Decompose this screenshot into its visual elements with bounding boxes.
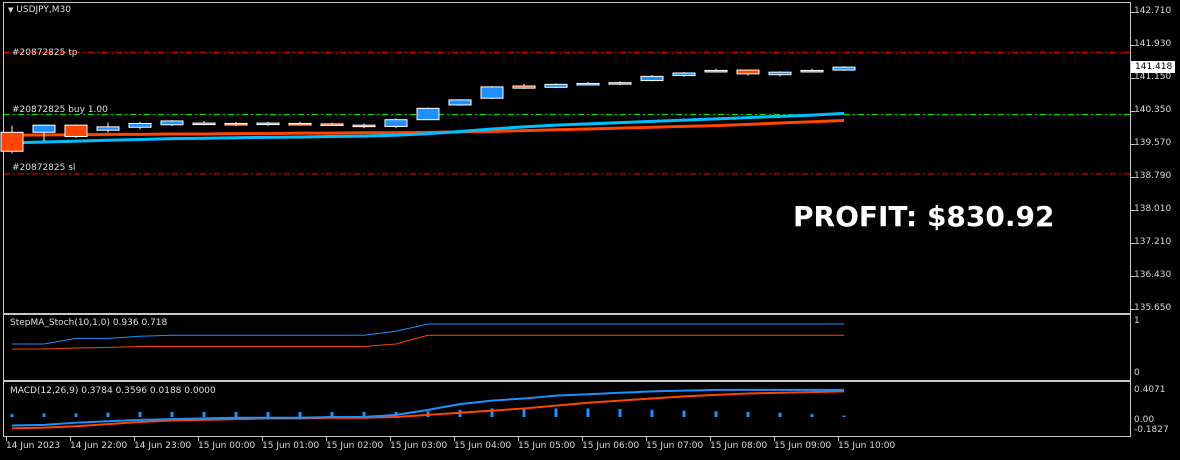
time-tick-label: 15 Jun 04:00 bbox=[454, 441, 512, 451]
macd-axis-max: 0.4071 bbox=[1134, 385, 1166, 395]
bull-candle bbox=[544, 83, 568, 88]
bull-candle bbox=[32, 124, 56, 133]
time-tick-mark bbox=[582, 437, 583, 441]
profit-text: PROFIT: $830.92 bbox=[793, 200, 1055, 233]
price-tick-label: 139.570 bbox=[1134, 138, 1172, 149]
bull-candle bbox=[768, 71, 792, 76]
bull-candle bbox=[416, 107, 440, 121]
bull-candle bbox=[704, 69, 728, 73]
bull-candle bbox=[384, 119, 408, 127]
time-tick-label: 15 Jun 06:00 bbox=[582, 441, 640, 451]
time-tick-mark bbox=[518, 437, 519, 441]
bull-candle bbox=[832, 66, 856, 71]
price-tick-label: 138.010 bbox=[1134, 203, 1172, 214]
time-tick-mark bbox=[646, 437, 647, 441]
bear-candle bbox=[192, 122, 216, 126]
price-tick-mark bbox=[1131, 276, 1135, 278]
bear-candle bbox=[288, 122, 312, 126]
stoch-axis-min: 0 bbox=[1134, 368, 1140, 378]
price-tick-mark bbox=[1131, 309, 1135, 310]
price-tick-label: 135.650 bbox=[1134, 303, 1172, 313]
price-tick-label: 138.790 bbox=[1134, 170, 1172, 181]
time-tick-label: 14 Jun 23:00 bbox=[134, 441, 192, 451]
stoch-axis-max: 1 bbox=[1134, 316, 1140, 326]
time-tick-mark bbox=[198, 437, 199, 441]
time-tick-label: 14 Jun 22:00 bbox=[70, 441, 128, 451]
time-tick-label: 15 Jun 00:00 bbox=[198, 441, 256, 451]
bull-candle bbox=[256, 122, 280, 126]
dropdown-triangle-icon[interactable]: ▼ bbox=[8, 6, 13, 14]
price-tick-label: 142.710 bbox=[1134, 6, 1172, 16]
bull-candle bbox=[160, 120, 184, 126]
time-tick-label: 15 Jun 07:00 bbox=[646, 441, 704, 451]
bull-candle bbox=[448, 99, 472, 106]
time-tick-label: 15 Jun 02:00 bbox=[326, 441, 384, 451]
bull-candle bbox=[480, 86, 504, 99]
stoch-label: StepMA_Stoch(10,1,0) 0.936 0.718 bbox=[10, 318, 168, 328]
bull-candle bbox=[640, 75, 664, 82]
bear-candle bbox=[0, 131, 24, 152]
macd-label: MACD(12,26,9) 0.3784 0.3596 0.0188 0.000… bbox=[10, 386, 216, 396]
price-tick-mark bbox=[1131, 176, 1135, 178]
bear-candle bbox=[224, 122, 248, 126]
price-tick-mark bbox=[1131, 243, 1135, 245]
bear-candle bbox=[352, 124, 376, 128]
bull-candle bbox=[672, 72, 696, 77]
price-tick-label: 141.930 bbox=[1134, 38, 1172, 49]
time-tick-mark bbox=[390, 437, 391, 441]
time-tick-label: 15 Jun 09:00 bbox=[774, 441, 832, 451]
bull-candle bbox=[800, 69, 824, 73]
bull-candle bbox=[576, 83, 600, 86]
bear-candle bbox=[64, 124, 88, 138]
buy-label: #20872825 buy 1.00 bbox=[12, 105, 108, 115]
time-tick-mark bbox=[262, 437, 263, 441]
macd-axis-zero: 0.00 bbox=[1134, 415, 1155, 425]
macd-axis-min: -0.1827 bbox=[1134, 425, 1169, 435]
tp-label: #20872825 tp bbox=[12, 48, 78, 58]
price-tick-mark bbox=[1131, 12, 1135, 13]
price-tick-label: 140.350 bbox=[1134, 105, 1172, 116]
price-tick-mark bbox=[1131, 77, 1135, 79]
bear-candle bbox=[512, 85, 536, 89]
price-tick-mark bbox=[1131, 144, 1135, 146]
price-tick-mark bbox=[1131, 209, 1135, 211]
time-tick-mark bbox=[774, 437, 775, 441]
price-tick-label: 136.430 bbox=[1134, 270, 1172, 281]
symbol-label[interactable]: ▼ USDJPY,M30 bbox=[8, 5, 71, 15]
time-tick-mark bbox=[454, 437, 455, 441]
time-tick-label: 15 Jun 05:00 bbox=[518, 441, 576, 451]
stoch-signal-line bbox=[12, 334, 844, 350]
time-tick-label: 15 Jun 03:00 bbox=[390, 441, 448, 451]
bear-candle bbox=[320, 123, 344, 126]
sl-label: #20872825 sl bbox=[12, 163, 76, 173]
time-tick-mark bbox=[710, 437, 711, 441]
time-tick-mark bbox=[70, 437, 71, 441]
time-tick-label: 15 Jun 08:00 bbox=[710, 441, 768, 451]
time-tick-mark bbox=[838, 437, 839, 441]
time-tick-label: 15 Jun 01:00 bbox=[262, 441, 320, 451]
symbol-text: USDJPY,M30 bbox=[16, 5, 71, 15]
time-tick-label: 15 Jun 10:00 bbox=[838, 441, 896, 451]
price-tick-mark bbox=[1131, 44, 1135, 46]
bull-candle bbox=[128, 122, 152, 128]
current-price-box: 141.418 bbox=[1131, 61, 1175, 73]
time-tick-label: 14 Jun 2023 bbox=[6, 441, 61, 451]
price-tick-label: 137.210 bbox=[1134, 237, 1172, 248]
bull-candle bbox=[96, 126, 120, 131]
bull-candle bbox=[608, 82, 632, 85]
price-tick-label: 141.150 bbox=[1134, 71, 1172, 82]
bear-candle bbox=[736, 69, 760, 75]
time-tick-mark bbox=[134, 437, 135, 441]
price-tick-mark bbox=[1131, 111, 1135, 113]
time-tick-mark bbox=[326, 437, 327, 441]
time-tick-mark bbox=[6, 437, 7, 441]
